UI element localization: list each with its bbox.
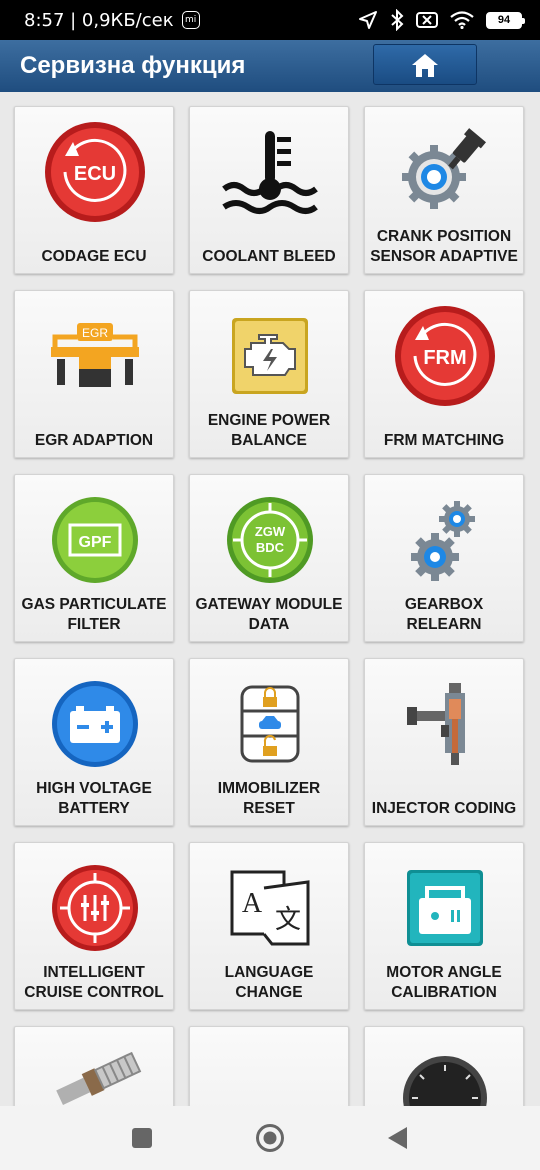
tile-injector-coding[interactable]: INJECTOR CODING xyxy=(364,658,524,826)
tile-label: GEARBOX RELEARN xyxy=(404,596,484,633)
svg-text:ZGW: ZGW xyxy=(255,524,286,539)
crank-sensor-gear-icon xyxy=(402,128,486,209)
gateway-module-icon: ZGW BDC xyxy=(227,497,313,583)
svg-text:ECU: ECU xyxy=(74,163,116,185)
coolant-temperature-icon xyxy=(222,131,318,214)
tile-label: LANGUAGE CHANGE xyxy=(224,964,314,1001)
tile-frm-matching[interactable]: FRM FRM MATCHING xyxy=(364,290,524,458)
recents-button[interactable] xyxy=(127,1123,157,1153)
system-navigation-bar xyxy=(0,1106,540,1170)
tile-intelligent-cruise-control[interactable]: INTELLIGENT CRUISE CONTROL xyxy=(14,842,174,1010)
circle-icon xyxy=(256,1124,284,1152)
engine-warning-icon xyxy=(232,318,308,394)
tile-label: CODAGE ECU xyxy=(41,248,147,265)
tile-immobilizer-reset[interactable]: IMMOBILIZER RESET xyxy=(189,658,349,826)
speedometer-icon xyxy=(403,1056,487,1106)
tile-gateway-module-data[interactable]: ZGW BDC GATEWAY MODULE DATA xyxy=(189,474,349,642)
status-time-speed: 8:57 | 0,9КБ/сек xyxy=(24,9,174,31)
svg-text:A: A xyxy=(242,888,263,919)
tile-label: MOTOR ANGLE CALIBRATION xyxy=(386,964,502,1001)
tile-label: COOLANT BLEED xyxy=(202,248,336,265)
tile-high-voltage-battery[interactable]: HIGH VOLTAGE BATTERY xyxy=(14,658,174,826)
tile-label: FRM MATCHING xyxy=(383,432,505,449)
gears-icon xyxy=(411,501,475,581)
svg-text:GPF: GPF xyxy=(79,534,112,551)
square-icon xyxy=(132,1128,152,1148)
frm-reset-icon: FRM xyxy=(395,306,495,406)
page-title: Сервизна функция xyxy=(20,52,246,79)
status-bar: 8:57 | 0,9КБ/сек mi 94 xyxy=(0,0,540,40)
tile-label: CRANK POSITION SENSOR ADAPTIVE xyxy=(370,228,518,265)
svg-text:FRM: FRM xyxy=(423,347,466,369)
back-triangle-icon xyxy=(388,1127,407,1149)
bluetooth-icon xyxy=(391,9,404,31)
mi-notification-icon: mi xyxy=(181,11,200,29)
language-translate-icon: A 文 xyxy=(230,870,310,946)
injector-icon xyxy=(407,683,465,765)
tile-label: GATEWAY MODULE DATA xyxy=(195,596,343,633)
tile-label: EGR ADAPTION xyxy=(34,432,154,449)
function-grid: ECU CODAGE ECU COOLANT BLEED CRANK POSIT… xyxy=(0,92,540,1106)
app-bar: Сервизна функция xyxy=(0,40,540,92)
home-nav-button[interactable] xyxy=(255,1123,285,1153)
tile-label: INTELLIGENT CRUISE CONTROL xyxy=(24,964,164,1001)
back-button[interactable] xyxy=(383,1123,413,1153)
motor-calibration-icon xyxy=(407,870,483,946)
tile-label: HIGH VOLTAGE BATTERY xyxy=(36,780,152,817)
svg-text:BDC: BDC xyxy=(256,540,285,555)
tile-coolant-bleed[interactable]: COOLANT BLEED xyxy=(189,106,349,274)
tile-blank[interactable] xyxy=(189,1026,349,1106)
tile-codage-ecu[interactable]: ECU CODAGE ECU xyxy=(14,106,174,274)
tile-language-change[interactable]: A 文 LANGUAGE CHANGE xyxy=(189,842,349,1010)
tile-egr-adaption[interactable]: EGR EGR ADAPTION xyxy=(14,290,174,458)
tile-engine-power-balance[interactable]: ENGINE POWER BALANCE xyxy=(189,290,349,458)
battery-icon xyxy=(52,681,138,767)
cruise-control-icon xyxy=(52,865,138,951)
ecu-reset-icon: ECU xyxy=(45,122,145,222)
tile-label: IMMOBILIZER RESET xyxy=(217,780,321,817)
gpf-filter-icon: GPF xyxy=(52,497,138,583)
sim-off-icon xyxy=(416,12,438,28)
battery-indicator: 94 xyxy=(486,11,525,29)
tile-gas-particulate-filter[interactable]: GPF GAS PARTICULATE FILTER xyxy=(14,474,174,642)
home-icon xyxy=(412,53,438,77)
svg-text:文: 文 xyxy=(275,905,301,935)
tile-crank-position[interactable]: CRANK POSITION SENSOR ADAPTIVE xyxy=(364,106,524,274)
tile-speedometer[interactable] xyxy=(364,1026,524,1106)
tile-gearbox-relearn[interactable]: GEARBOX RELEARN xyxy=(364,474,524,642)
egr-valve-icon: EGR xyxy=(51,323,139,387)
tile-oxygen-sensor[interactable] xyxy=(14,1026,174,1106)
tile-label: GAS PARTICULATE FILTER xyxy=(21,596,167,633)
tile-label: INJECTOR CODING xyxy=(371,800,517,817)
tile-motor-angle-calibration[interactable]: MOTOR ANGLE CALIBRATION xyxy=(364,842,524,1010)
svg-text:EGR: EGR xyxy=(82,326,108,340)
immobilizer-lock-icon xyxy=(240,685,300,763)
wifi-icon xyxy=(450,11,474,29)
oxygen-sensor-icon xyxy=(56,1051,142,1105)
location-icon xyxy=(359,11,377,29)
tile-label: ENGINE POWER BALANCE xyxy=(207,412,331,449)
home-button[interactable] xyxy=(373,44,477,85)
